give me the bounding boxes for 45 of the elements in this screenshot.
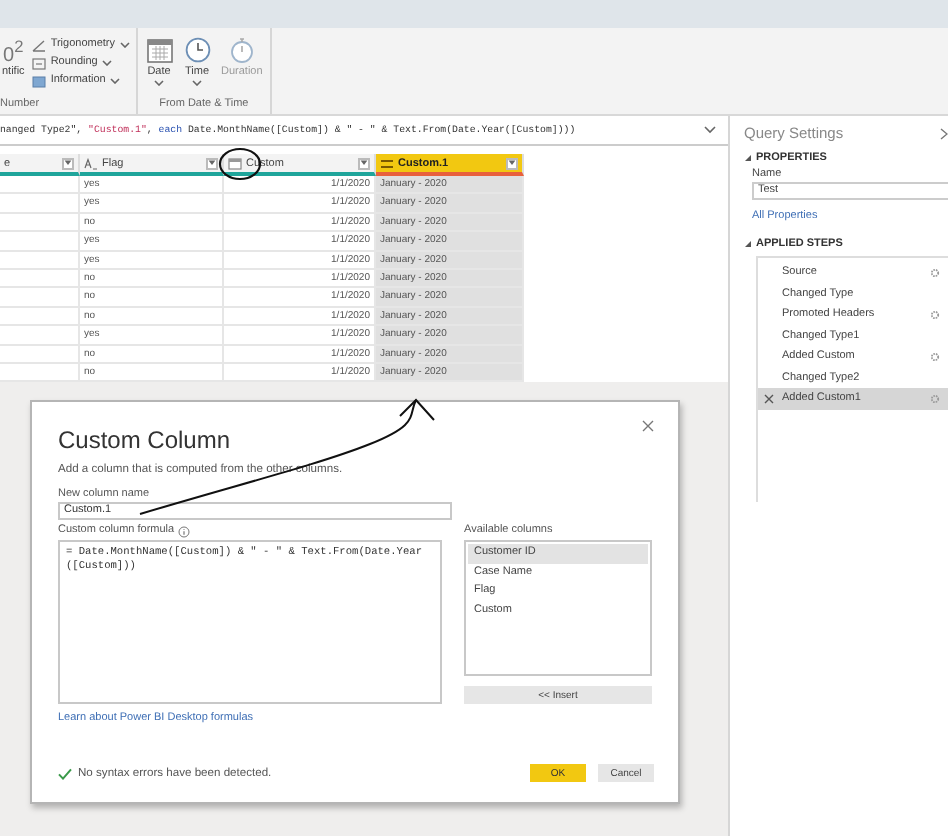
caret-icon [360, 160, 368, 166]
scientific-icon: 0$^{2}$ [3, 36, 24, 64]
collapse-icon [940, 127, 948, 139]
text-type-icon [84, 157, 98, 169]
table-cell [0, 251, 80, 270]
any-type-icon [380, 157, 394, 169]
collapse-triangle-icon [744, 154, 752, 162]
dropdown-icon[interactable] [358, 157, 370, 169]
table-cell [0, 288, 80, 308]
dropdown-icon[interactable] [506, 157, 518, 169]
table-cell [0, 232, 80, 252]
caret-icon [208, 160, 216, 166]
table-cell [0, 345, 80, 364]
info-icon [178, 525, 191, 538]
calendar-icon [228, 157, 242, 169]
caret-icon [508, 160, 516, 166]
caret-icon [64, 160, 72, 166]
stopwatch-icon [227, 36, 256, 64]
caret-icon [101, 60, 112, 66]
chevron-down-icon [704, 126, 716, 134]
table-cell [0, 176, 80, 195]
caret-icon [192, 80, 203, 86]
table-cell [0, 194, 80, 214]
gear-icon [930, 267, 940, 278]
close-icon [642, 420, 654, 433]
dialog-title: Custom Column [58, 426, 231, 455]
dropdown-icon[interactable] [62, 157, 74, 169]
calendar-icon [145, 36, 174, 64]
caret-icon [109, 78, 120, 84]
clock-icon [183, 36, 212, 64]
table-cell [0, 307, 80, 327]
gear-icon [930, 309, 940, 320]
table-cell [0, 213, 80, 233]
gear-icon [930, 351, 940, 362]
angle-icon [32, 39, 47, 51]
table-cell [0, 269, 80, 289]
caret-icon [119, 42, 130, 48]
caret-icon [154, 80, 165, 86]
dropdown-icon[interactable] [206, 157, 218, 169]
gear-icon [930, 393, 940, 404]
delete-icon [764, 393, 774, 404]
information-icon [32, 75, 47, 87]
collapse-triangle-icon [744, 240, 752, 248]
table-cell [0, 326, 80, 346]
rounding-icon [32, 57, 47, 69]
